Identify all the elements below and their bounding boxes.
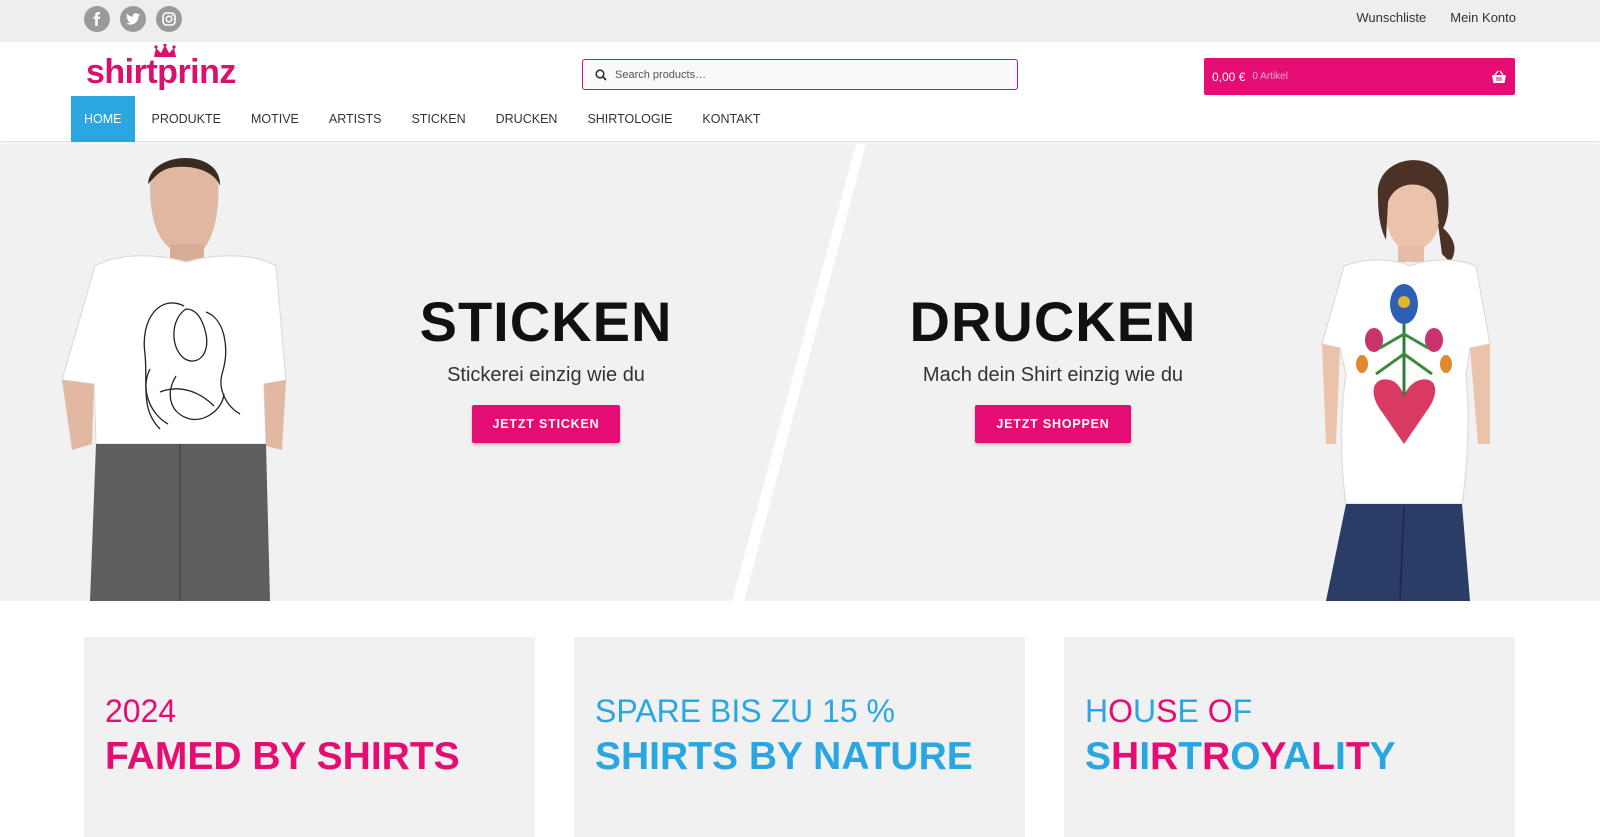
crown-icon bbox=[154, 44, 176, 57]
twitter-icon[interactable] bbox=[120, 6, 146, 32]
promo-letter: F bbox=[1232, 693, 1253, 729]
promo-letter: T bbox=[1345, 735, 1370, 778]
promo-letter: O bbox=[1230, 735, 1261, 778]
promo-letter: O bbox=[1207, 693, 1233, 729]
jetzt-sticken-button[interactable]: JETZT STICKEN bbox=[471, 405, 621, 443]
nav-home[interactable]: HOME bbox=[71, 96, 135, 142]
logo[interactable]: shirtprinz bbox=[86, 44, 236, 94]
promo-letter: Y bbox=[1260, 735, 1283, 778]
promo-letter bbox=[1199, 693, 1208, 729]
hero-banner: STICKEN Stickerei einzig wie du JETZT ST… bbox=[0, 144, 1600, 601]
promo-card-line2: FAMED BY SHIRTS bbox=[105, 735, 460, 778]
promo-letter: H bbox=[1085, 693, 1109, 729]
sticken-panel: STICKEN Stickerei einzig wie du JETZT ST… bbox=[346, 294, 746, 443]
promo-card-line2: SHIRTS BY NATURE bbox=[595, 735, 973, 778]
promo-letter: A bbox=[1282, 735, 1312, 778]
promo-card-line1: 2024 bbox=[105, 693, 177, 729]
sticken-heading: STICKEN bbox=[419, 290, 673, 353]
nav-artists[interactable]: ARTISTS bbox=[316, 96, 395, 142]
promo-letter: H bbox=[1111, 735, 1140, 778]
promo-letter: E bbox=[1177, 693, 1199, 729]
promo-letter: O bbox=[1108, 693, 1133, 729]
search-input[interactable] bbox=[615, 68, 995, 81]
promo-letter: Y bbox=[1369, 735, 1396, 778]
drucken-heading: DRUCKEN bbox=[909, 290, 1197, 353]
nav-kontakt[interactable]: KONTAKT bbox=[689, 96, 773, 142]
wishlist-link[interactable]: Wunschliste bbox=[1356, 10, 1426, 25]
cart-total: 0,00 € bbox=[1212, 69, 1246, 84]
sticken-subtitle: Stickerei einzig wie du bbox=[447, 364, 645, 386]
diagonal-divider bbox=[732, 144, 866, 601]
logo-text: shirtprinz bbox=[86, 53, 236, 91]
promo-card-royality[interactable]: HOUSE OF SHIRTROYALITY bbox=[1064, 637, 1515, 837]
promo-letter: I bbox=[1139, 735, 1151, 778]
my-account-link[interactable]: Mein Konto bbox=[1450, 10, 1516, 25]
jetzt-shoppen-button[interactable]: JETZT SHOPPEN bbox=[975, 405, 1131, 443]
basket-icon bbox=[1492, 70, 1506, 83]
promo-letter: S bbox=[1085, 735, 1112, 778]
promo-letter: I bbox=[1334, 735, 1346, 778]
promo-card-nature[interactable]: SPARE BIS ZU 15 % SHIRTS BY NATURE bbox=[574, 637, 1025, 837]
site-header: shirtprinz 0,00 € 0 Artikel HOME PRODUKT… bbox=[0, 42, 1600, 142]
promo-letter: U bbox=[1133, 693, 1157, 729]
nav-produkte[interactable]: PRODUKTE bbox=[139, 96, 234, 142]
hero-art bbox=[61, 144, 1491, 601]
account-links: Wunschliste Mein Konto bbox=[1356, 10, 1516, 25]
promo-letter: T bbox=[1178, 735, 1203, 778]
promo-card-line1: HOUSE OF bbox=[1085, 691, 1252, 731]
facebook-icon[interactable] bbox=[84, 6, 110, 32]
drucken-subtitle: Mach dein Shirt einzig wie du bbox=[922, 364, 1184, 386]
social-links bbox=[84, 6, 182, 32]
drucken-panel: DRUCKEN Mach dein Shirt einzig wie du JE… bbox=[853, 294, 1253, 443]
search-icon bbox=[595, 68, 607, 81]
nav-motive[interactable]: MOTIVE bbox=[238, 96, 312, 142]
promo-card-line2: SHIRTROYALITY bbox=[1085, 735, 1396, 779]
promo-letter: S bbox=[1156, 693, 1178, 729]
search-box[interactable] bbox=[582, 59, 1018, 90]
promo-letter: L bbox=[1311, 735, 1335, 778]
cart-count: 0 Artikel bbox=[1252, 71, 1288, 82]
main-nav: HOME PRODUKTE MOTIVE ARTISTS STICKEN DRU… bbox=[71, 96, 778, 142]
nav-sticken[interactable]: STICKEN bbox=[398, 96, 478, 142]
nav-shirtologie[interactable]: SHIRTOLOGIE bbox=[574, 96, 685, 142]
promo-card-famed[interactable]: 2024 FAMED BY SHIRTS bbox=[84, 637, 535, 837]
nav-drucken[interactable]: DRUCKEN bbox=[483, 96, 571, 142]
promo-letter: R bbox=[1202, 735, 1231, 778]
instagram-icon[interactable] bbox=[156, 6, 182, 32]
cart-button[interactable]: 0,00 € 0 Artikel bbox=[1204, 58, 1515, 95]
female-model-image bbox=[1321, 160, 1491, 601]
male-model-image bbox=[61, 158, 287, 601]
promo-letter: R bbox=[1150, 735, 1179, 778]
top-bar: Wunschliste Mein Konto bbox=[0, 0, 1600, 42]
promo-card-line1: SPARE BIS ZU 15 % bbox=[595, 693, 895, 729]
